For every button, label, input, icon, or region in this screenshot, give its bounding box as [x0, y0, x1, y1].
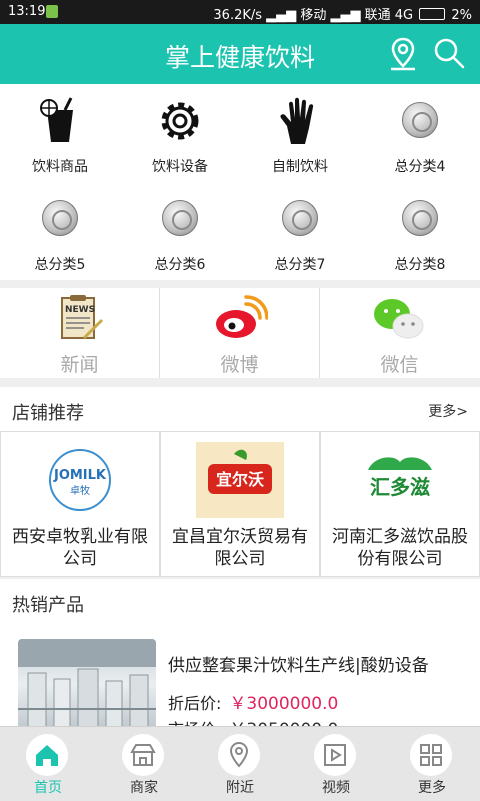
grid-icon: [410, 734, 452, 776]
home-icon: [26, 734, 68, 776]
more-link[interactable]: 更多>: [428, 401, 468, 421]
status-bar: 13:19 36.2K/s ▂▄▆ 移动 ▂▄▆ 联通 4G 2%: [0, 0, 480, 24]
shop-card[interactable]: 汇多滋 河南汇多滋饮品股份有限公司: [320, 431, 480, 577]
tab-nearby[interactable]: 附近: [192, 727, 288, 801]
svg-text:JOMILK: JOMILK: [53, 468, 107, 483]
svg-text:汇多滋: 汇多滋: [370, 475, 430, 499]
social-row: NEWS 新闻 微博 微信: [0, 288, 480, 378]
app-header: 掌上健康饮料: [0, 24, 480, 84]
tab-label: 视频: [322, 780, 350, 796]
section-title: 店铺推荐: [12, 403, 84, 424]
discount-price-row: 折后价: ￥3000000.0: [168, 689, 338, 714]
product-image: [18, 639, 156, 739]
product-item[interactable]: 供应整套果汁饮料生产线|酸奶设备 折后价:￥3000000.0 市场价:￥305…: [0, 623, 480, 740]
tab-more[interactable]: 更多: [384, 727, 480, 801]
signal-icon: ▂▄▆: [266, 8, 297, 23]
discount-price: ￥3000000.0: [229, 694, 339, 714]
carrier2: 联通 4G: [364, 8, 414, 23]
store-icon: [122, 734, 164, 776]
wechat-icon: [374, 299, 424, 339]
category-drinks[interactable]: 饮料商品: [0, 84, 120, 182]
category-7[interactable]: 总分类7: [240, 182, 360, 280]
shop-card[interactable]: JOMILK 卓牧 西安卓牧乳业有限公司: [0, 431, 160, 577]
category-homemade[interactable]: 自制饮料: [240, 84, 360, 182]
social-label: 新闻: [60, 354, 99, 376]
tab-store[interactable]: 商家: [96, 727, 192, 801]
category-8[interactable]: 总分类8: [360, 182, 480, 280]
location-pin-icon[interactable]: [388, 36, 418, 72]
coin-icon: [155, 194, 205, 244]
coin-icon: [395, 194, 445, 244]
notification-icon: [46, 5, 58, 18]
svg-text:宜尔沃: 宜尔沃: [216, 470, 264, 489]
shop-logo: 汇多滋: [354, 440, 446, 520]
social-news[interactable]: NEWS 新闻: [0, 288, 160, 378]
svg-text:卓牧: 卓牧: [70, 484, 90, 497]
category-grid: 饮料商品 饮料设备 自制饮料 总分类4 总分类5 总分类6 总分类7 总分类8: [0, 84, 480, 280]
gear-icon: [161, 102, 199, 140]
coin-icon: [395, 96, 445, 146]
coin-icon: [35, 194, 85, 244]
category-label: 总分类7: [274, 257, 326, 273]
shop-name: 宜昌宜尔沃贸易有限公司: [172, 527, 308, 569]
category-6[interactable]: 总分类6: [120, 182, 240, 280]
tab-video[interactable]: 视频: [288, 727, 384, 801]
category-label: 总分类6: [154, 257, 206, 273]
social-label: 微信: [380, 354, 419, 376]
category-5[interactable]: 总分类5: [0, 182, 120, 280]
shop-card[interactable]: 宜尔沃 宜昌宜尔沃贸易有限公司: [160, 431, 320, 577]
status-time: 13:19: [8, 4, 46, 19]
carrier1: 移动: [300, 8, 327, 23]
tab-label: 更多: [418, 780, 446, 796]
video-icon: [314, 734, 356, 776]
tab-home[interactable]: 首页: [0, 727, 96, 801]
bottom-tab-bar: 首页 商家 附近 视频 更多: [0, 726, 480, 801]
category-label: 自制饮料: [272, 159, 328, 175]
signal-icon: ▂▄▆: [330, 8, 361, 23]
tab-label: 首页: [34, 780, 62, 796]
section-title: 热销产品: [12, 595, 84, 616]
category-label: 总分类5: [34, 257, 86, 273]
social-weibo[interactable]: 微博: [160, 288, 320, 378]
hand-icon: [280, 97, 314, 144]
category-label: 总分类4: [394, 159, 446, 175]
news-icon: NEWS: [61, 295, 104, 340]
social-label: 微博: [220, 354, 259, 376]
category-label: 总分类8: [394, 257, 446, 273]
hot-header: 热销产品: [0, 579, 480, 624]
coin-icon: [275, 194, 325, 244]
category-equipment[interactable]: 饮料设备: [120, 84, 240, 182]
shop-name: 河南汇多滋饮品股份有限公司: [332, 527, 468, 569]
tab-label: 商家: [130, 780, 158, 796]
location-icon: [218, 734, 260, 776]
status-right: 36.2K/s ▂▄▆ 移动 ▂▄▆ 联通 4G 2%: [213, 4, 472, 23]
shop-list: JOMILK 卓牧 西安卓牧乳业有限公司 宜尔沃 宜昌宜尔沃贸易有限公司 汇多滋…: [0, 431, 480, 577]
tab-label: 附近: [226, 780, 254, 796]
category-label: 饮料设备: [152, 159, 208, 175]
shop-name: 西安卓牧乳业有限公司: [12, 527, 148, 569]
category-4[interactable]: 总分类4: [360, 84, 480, 182]
search-icon[interactable]: [432, 36, 466, 70]
drink-cup-icon: [40, 97, 73, 142]
battery-percent: 2%: [451, 8, 472, 23]
network-speed: 36.2K/s: [213, 8, 263, 23]
svg-text:NEWS: NEWS: [65, 305, 95, 315]
shops-header: 店铺推荐 更多>: [0, 387, 480, 432]
weibo-icon: [216, 295, 268, 338]
social-wechat[interactable]: 微信: [320, 288, 479, 378]
battery-icon: [419, 8, 446, 20]
category-label: 饮料商品: [32, 159, 88, 175]
discount-label: 折后价:: [168, 694, 222, 713]
shop-logo: 宜尔沃: [194, 440, 286, 520]
product-title: 供应整套果汁饮料生产线|酸奶设备: [168, 656, 429, 676]
shop-logo: JOMILK 卓牧: [34, 440, 126, 520]
